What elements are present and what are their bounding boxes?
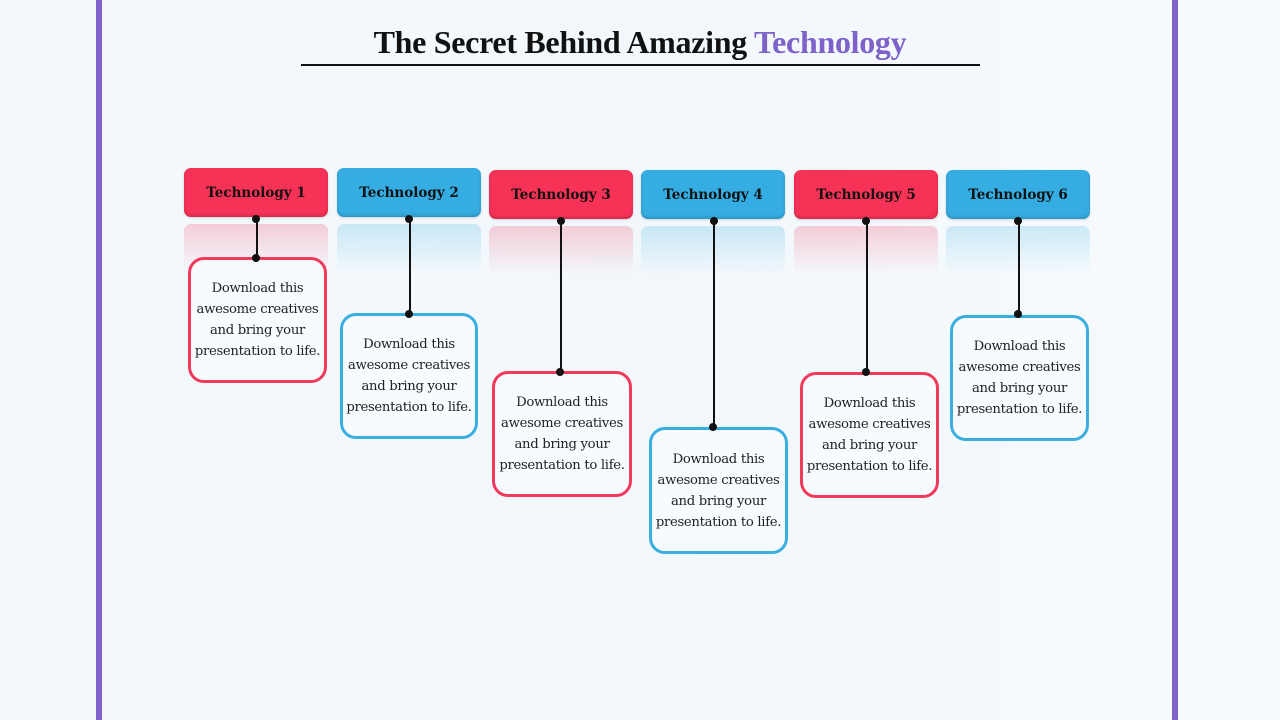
technology-2-header: Technology 2: [337, 168, 481, 217]
technology-1-bottom-dot: [252, 254, 260, 262]
technology-4-card: Download this awesome creatives and brin…: [649, 427, 788, 554]
technology-5-bottom-dot: [862, 368, 870, 376]
technology-4-top-dot: [710, 217, 718, 225]
technology-1-header: Technology 1: [184, 168, 328, 217]
technology-3-top-dot: [557, 217, 565, 225]
title-underline: [301, 64, 980, 66]
title-main: The Secret Behind Amazing: [373, 24, 748, 60]
technology-6-top-dot: [1014, 217, 1022, 225]
technology-3-header: Technology 3: [489, 170, 633, 219]
technology-6-card: Download this awesome creatives and brin…: [950, 315, 1089, 441]
technology-3-card: Download this awesome creatives and brin…: [492, 371, 632, 497]
technology-2-card: Download this awesome creatives and brin…: [340, 313, 478, 439]
technology-2-bottom-dot: [405, 310, 413, 318]
left-frame-bar: [96, 0, 102, 720]
technology-4-connector: [713, 221, 715, 428]
technology-1-top-dot: [252, 215, 260, 223]
technology-5-top-dot: [862, 217, 870, 225]
technology-6-bottom-dot: [1014, 310, 1022, 318]
technology-5-card: Download this awesome creatives and brin…: [800, 372, 939, 498]
technology-2-top-dot: [405, 215, 413, 223]
technology-1-card: Download this awesome creatives and brin…: [188, 257, 327, 383]
technology-5-header: Technology 5: [794, 170, 938, 219]
right-frame-bar: [1172, 0, 1178, 720]
technology-3-connector: [560, 221, 562, 372]
technology-6-header: Technology 6: [946, 170, 1090, 219]
page-title: The Secret Behind Amazing Technology: [300, 24, 980, 61]
technology-4-bottom-dot: [709, 423, 717, 431]
title-accent: Technology: [754, 24, 907, 60]
technology-4-header: Technology 4: [641, 170, 785, 219]
technology-5-connector: [866, 221, 868, 372]
technology-2-connector: [409, 219, 411, 314]
technology-3-bottom-dot: [556, 368, 564, 376]
technology-6-connector: [1018, 221, 1020, 315]
technology-1-connector: [256, 219, 258, 258]
